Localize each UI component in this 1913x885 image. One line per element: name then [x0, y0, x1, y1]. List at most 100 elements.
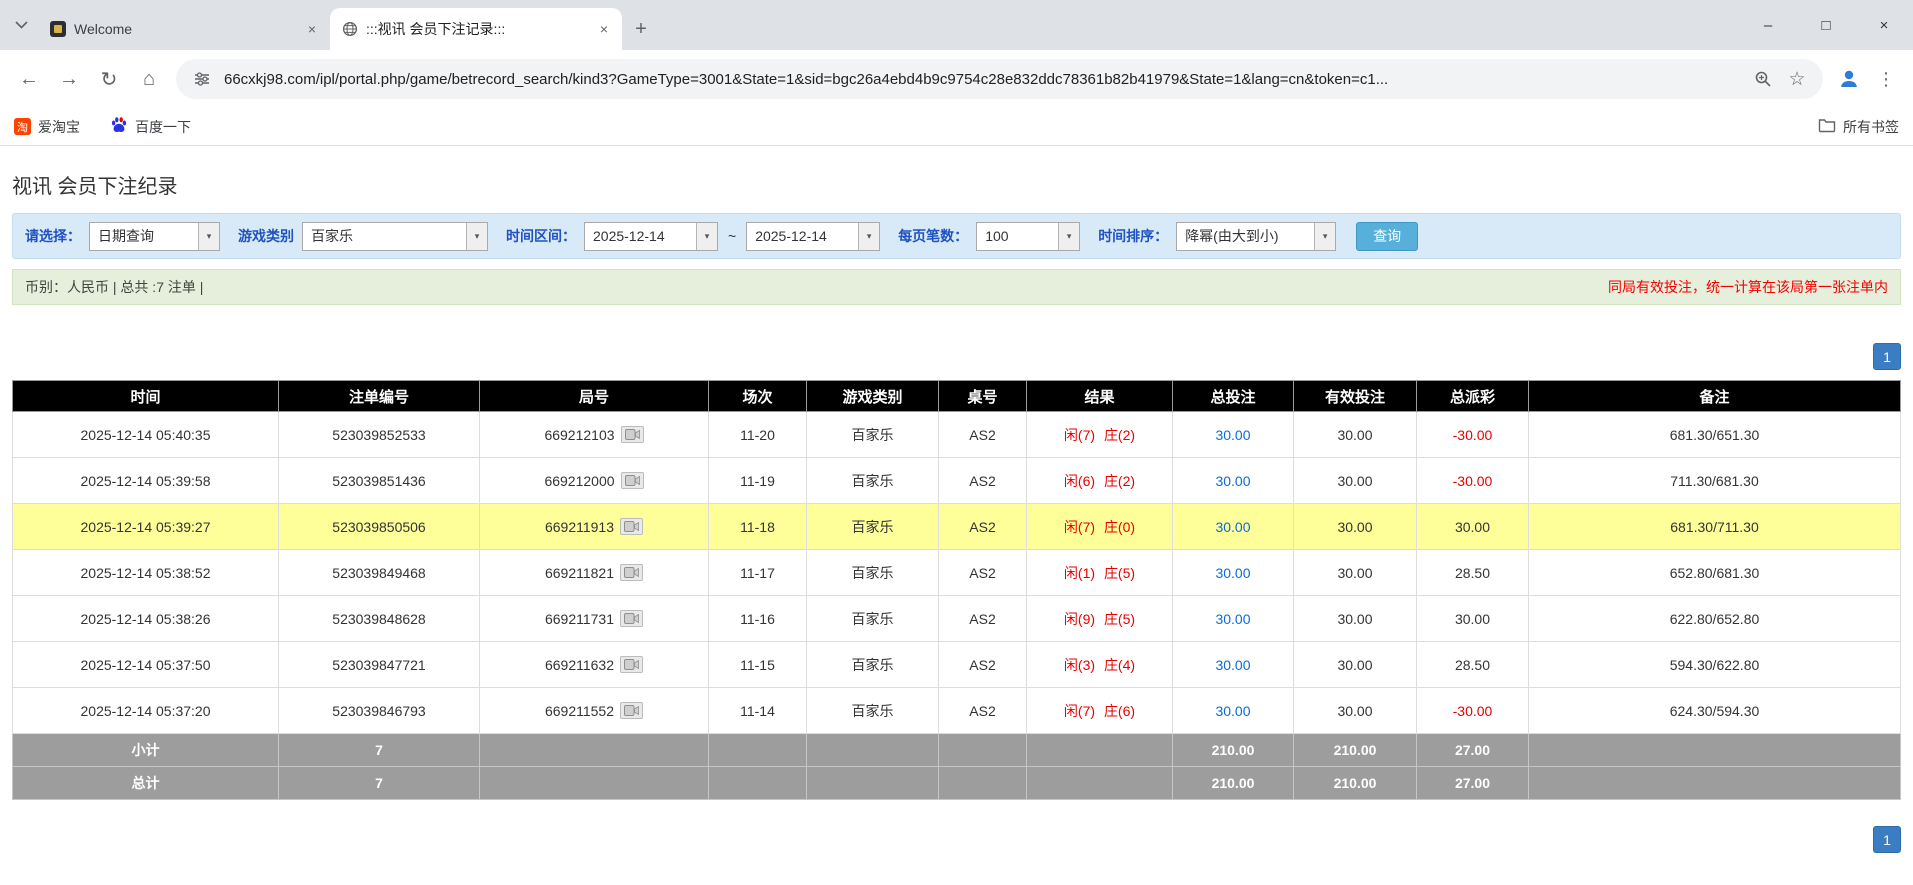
tab-betrecord[interactable]: :::视讯 会员下注记录::: × [330, 8, 622, 50]
chevron-down-icon[interactable]: ▾ [858, 222, 880, 250]
table-row: 2025-12-14 05:40:35 523039852533 6692121… [12, 411, 1901, 458]
chevron-down-icon[interactable]: ▾ [198, 222, 219, 250]
result-player: 闲(6) [1063, 472, 1096, 489]
page-1-button[interactable]: 1 [1873, 343, 1901, 370]
video-replay-icon[interactable] [620, 610, 644, 627]
chevron-down-icon[interactable]: ▾ [696, 222, 717, 250]
result-player: 闲(7) [1063, 702, 1096, 719]
video-replay-icon[interactable] [620, 656, 644, 673]
summary-cell: 27.00 [1416, 733, 1529, 767]
total-bet-link[interactable]: 30.00 [1215, 519, 1250, 535]
total-bet-link[interactable]: 30.00 [1215, 473, 1250, 489]
address-bar[interactable]: 66cxkj98.com/ipl/portal.php/game/betreco… [176, 59, 1823, 99]
summary-cell [1528, 766, 1901, 800]
cell-game-type: 百家乐 [806, 411, 939, 458]
cell-bet-id: 523039846793 [278, 687, 480, 734]
globe-icon [342, 21, 358, 37]
summary-cell [479, 766, 709, 800]
close-tab-icon[interactable]: × [594, 19, 614, 39]
cell-session: 11-14 [708, 687, 807, 734]
page-1-button[interactable]: 1 [1873, 826, 1901, 853]
cell-table-no: AS2 [938, 503, 1027, 550]
bookmark-baidu[interactable]: 百度一下 [110, 116, 191, 137]
home-button[interactable]: ⌂ [130, 60, 168, 98]
column-header: 桌号 [938, 380, 1027, 412]
tab-strip: Welcome × :::视讯 会员下注记录::: × + – □ × [0, 0, 1913, 50]
total-bet-link[interactable]: 30.00 [1215, 657, 1250, 673]
cell-result: 闲(9) 庄(5) [1026, 595, 1173, 642]
summary-cell: 210.00 [1172, 766, 1294, 800]
total-bet-link[interactable]: 30.00 [1215, 427, 1250, 443]
chevron-down-icon[interactable]: ▾ [466, 222, 487, 250]
date-from-select[interactable]: 2025-12-14 ▾ [584, 221, 718, 251]
cell-round: 669211821 [479, 549, 709, 596]
cell-result: 闲(6) 庄(2) [1026, 457, 1173, 504]
total-bet-link[interactable]: 30.00 [1215, 703, 1250, 719]
cell-valid-bet: 30.00 [1293, 687, 1417, 734]
cell-bet-id: 523039849468 [278, 549, 480, 596]
close-tab-icon[interactable]: × [302, 19, 322, 39]
result-banker: 庄(4) [1103, 656, 1136, 673]
page-size-select[interactable]: 100 ▾ [976, 221, 1081, 251]
cell-note: 622.80/652.80 [1528, 595, 1901, 642]
query-type-select[interactable]: 日期查询 ▾ [89, 221, 220, 251]
table-row: 2025-12-14 05:39:27 523039850506 6692119… [12, 503, 1901, 550]
video-replay-icon[interactable] [620, 564, 644, 581]
video-replay-icon[interactable] [620, 518, 644, 535]
zoom-icon[interactable] [1751, 67, 1775, 91]
result-player: 闲(1) [1063, 564, 1096, 581]
cell-valid-bet: 30.00 [1293, 411, 1417, 458]
summary-cell [1528, 733, 1901, 767]
chevron-down-icon[interactable]: ▾ [1314, 222, 1336, 250]
tab-welcome[interactable]: Welcome × [38, 8, 330, 50]
summary-cell [1026, 766, 1173, 800]
page-size-label: 每页笔数： [898, 228, 969, 244]
video-replay-icon[interactable] [620, 426, 644, 443]
cell-payout: 28.50 [1416, 549, 1529, 596]
back-button[interactable]: ← [10, 60, 48, 98]
sort-select[interactable]: 降幂(由大到小) ▾ [1176, 221, 1337, 251]
cell-total-bet: 30.00 [1172, 457, 1294, 504]
bookmark-star-icon[interactable]: ☆ [1785, 67, 1809, 91]
video-replay-icon[interactable] [620, 702, 644, 719]
all-bookmarks-button[interactable]: 所有书签 [1818, 117, 1899, 137]
table-body: 2025-12-14 05:40:35 523039852533 6692121… [12, 411, 1901, 800]
column-header: 局号 [479, 380, 709, 412]
search-button[interactable]: 查询 [1356, 221, 1419, 251]
game-type-select[interactable]: 百家乐 ▾ [302, 221, 488, 251]
new-tab-button[interactable]: + [626, 14, 656, 44]
cell-payout: 30.00 [1416, 595, 1529, 642]
cell-note: 624.30/594.30 [1528, 687, 1901, 734]
video-replay-icon[interactable] [620, 472, 644, 489]
cell-time: 2025-12-14 05:39:27 [12, 503, 279, 550]
total-bet-link[interactable]: 30.00 [1215, 565, 1250, 581]
summary-cell [938, 733, 1027, 767]
cell-table-no: AS2 [938, 641, 1027, 688]
reload-button[interactable]: ↻ [90, 60, 128, 98]
cell-total-bet: 30.00 [1172, 641, 1294, 688]
tab-title: Welcome [74, 21, 133, 37]
summary-cell [708, 733, 807, 767]
browser-menu-icon[interactable]: ⋮ [1869, 61, 1903, 97]
profile-avatar-icon[interactable] [1831, 61, 1867, 97]
result-banker: 庄(2) [1103, 426, 1136, 443]
table-row: 2025-12-14 05:37:50 523039847721 6692116… [12, 641, 1901, 688]
taobao-icon: 淘 [14, 118, 31, 135]
date-to-select[interactable]: 2025-12-14 ▾ [746, 221, 881, 251]
total-bet-link[interactable]: 30.00 [1215, 611, 1250, 627]
minimize-button[interactable]: – [1739, 0, 1797, 50]
cell-table-no: AS2 [938, 595, 1027, 642]
chevron-down-icon[interactable] [4, 0, 38, 50]
site-settings-icon[interactable] [190, 67, 214, 91]
table-row: 2025-12-14 05:39:58 523039851436 6692120… [12, 457, 1901, 504]
url-text[interactable]: 66cxkj98.com/ipl/portal.php/game/betreco… [224, 71, 1741, 88]
window-controls: – □ × [1739, 0, 1913, 50]
maximize-button[interactable]: □ [1797, 0, 1855, 50]
result-player: 闲(9) [1063, 610, 1096, 627]
cell-result: 闲(7) 庄(2) [1026, 411, 1173, 458]
forward-button[interactable]: → [50, 60, 88, 98]
chevron-down-icon[interactable]: ▾ [1058, 222, 1080, 250]
close-window-button[interactable]: × [1855, 0, 1913, 50]
bookmark-aitaobao[interactable]: 淘 爱淘宝 [14, 117, 80, 137]
cell-round: 669211552 [479, 687, 709, 734]
